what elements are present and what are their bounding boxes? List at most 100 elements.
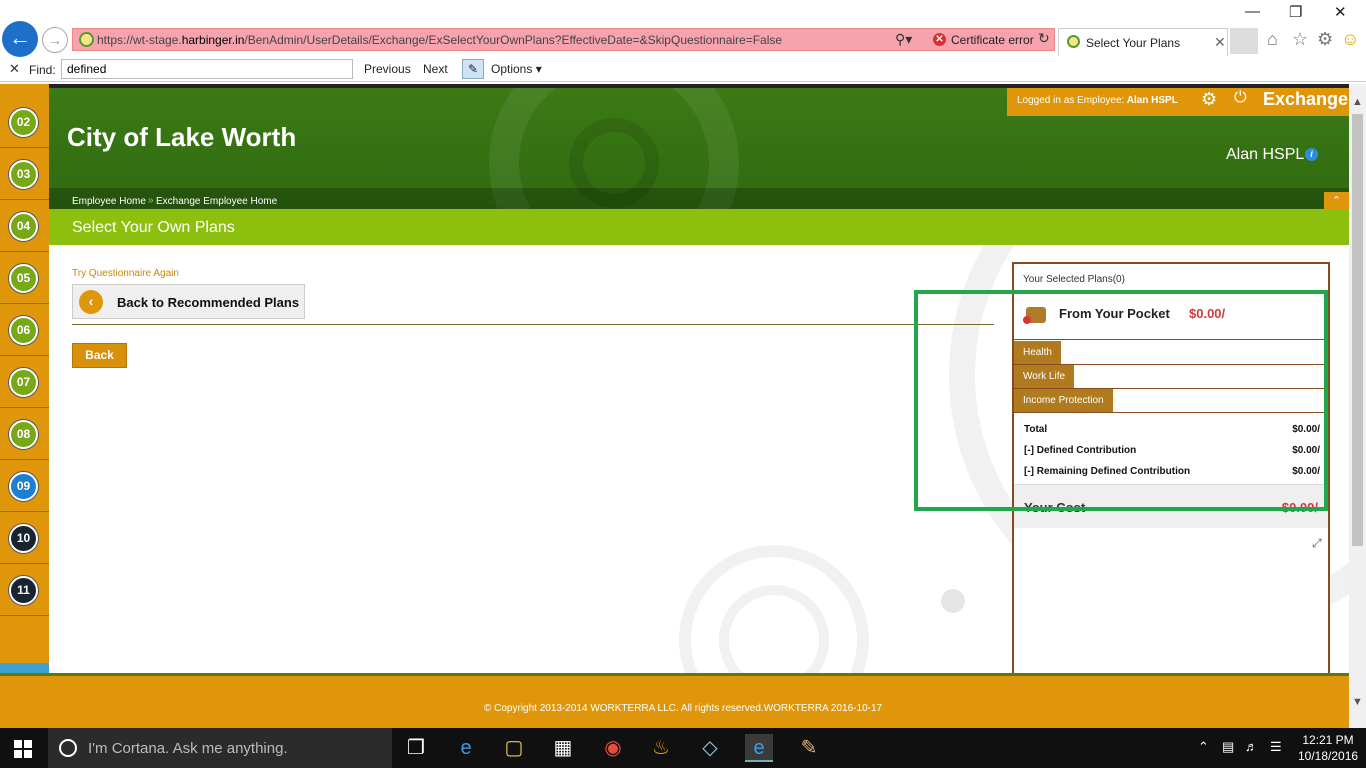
clock-time: 12:21 PM [1302,733,1354,747]
find-options-button[interactable]: Options ▾ [491,62,542,76]
step-item[interactable]: 06 [0,304,49,356]
step-number: 04 [9,212,38,241]
chevron-left-icon: ‹ [79,290,103,314]
restore-icon[interactable]: ❐ [1289,3,1302,21]
page-scrollbar[interactable]: ▲ ▼ [1349,84,1366,728]
step-number: 11 [9,576,38,605]
find-label: Find: [29,63,56,77]
step-number: 05 [9,264,38,293]
scroll-down-icon[interactable]: ▼ [1352,696,1363,708]
close-window-icon[interactable]: ✕ [1334,3,1347,21]
system-clock[interactable]: 12:21 PM 10/18/2016 [1298,732,1358,764]
certificate-error-icon[interactable]: ✕ [933,33,946,46]
login-strip: Logged in as Employee: Alan HSPL ⚙ ⏻ Exc… [1007,88,1349,116]
settings-gear-icon[interactable]: ⚙ [1317,29,1333,50]
scrollbar-thumb[interactable] [1352,114,1363,546]
page-title-bar: Select Your Own Plans [49,209,1349,245]
search-icon[interactable]: ⚲▾ [895,31,912,48]
certificate-error-label[interactable]: Certificate error [951,33,1034,47]
page-footer: © Copyright 2013-2014 WORKTERRA LLC. All… [0,673,1349,728]
store-icon[interactable]: ▦ [549,734,577,762]
expand-icon[interactable]: ⤢ [1312,536,1322,551]
find-previous-button[interactable]: Previous [364,62,411,76]
cortana-search-box[interactable]: I'm Cortana. Ask me anything. [48,728,392,768]
file-explorer-icon[interactable]: ▢ [500,734,528,762]
new-tab-button[interactable] [1230,28,1258,54]
organization-title: City of Lake Worth [67,122,297,152]
network-icon[interactable]: ▤ [1222,739,1234,755]
cortana-icon [59,739,77,757]
step-item[interactable]: 03 [0,148,49,200]
tab-title: Select Your Plans [1086,36,1181,50]
windows-taskbar: I'm Cortana. Ask me anything. ❐ e ▢ ▦ ◉ … [0,728,1366,768]
step-item[interactable]: 11 [0,564,49,616]
step-rail: 02 03 04 05 06 07 08 09 10 11 [0,84,49,673]
app-icon[interactable]: ◇ [696,734,724,762]
page-title: Select Your Own Plans [72,219,235,236]
find-input[interactable] [61,59,353,79]
step-item[interactable]: 02 [0,96,49,148]
background-decoration [941,589,965,613]
tab-close-icon[interactable]: ✕ [1214,34,1226,51]
step-number: 06 [9,316,38,345]
forward-arrow-icon[interactable]: → [42,27,68,53]
step-number: 08 [9,420,38,449]
step-number: 10 [9,524,38,553]
find-next-button[interactable]: Next [423,62,448,76]
step-item[interactable]: 10 [0,512,49,564]
home-icon[interactable]: ⌂ [1267,29,1278,50]
step-number: 07 [9,368,38,397]
page-header: City of Lake Worth Logged in as Employee… [49,84,1349,209]
edge-browser-icon[interactable]: e [452,734,480,762]
scroll-up-icon[interactable]: ▲ [1352,96,1363,108]
task-view-icon[interactable]: ❐ [402,734,430,762]
step-number: 03 [9,160,38,189]
step-item[interactable]: 08 [0,408,49,460]
tray-chevron-icon[interactable]: ⌃ [1198,739,1209,755]
copyright-text: © Copyright 2013-2014 WORKTERRA LLC. All… [484,703,883,714]
notifications-icon[interactable]: ☰ [1270,739,1282,755]
back-button[interactable]: Back [72,343,127,368]
collapse-header-button[interactable]: ⌃ [1324,192,1349,209]
breadcrumb-exchange-home[interactable]: Exchange Employee Home [156,196,277,207]
find-close-icon[interactable]: ✕ [9,61,20,77]
minimize-icon[interactable]: — [1245,3,1260,20]
address-bar[interactable]: https://wt-stage.harbinger.in/BenAdmin/U… [72,28,1055,51]
favorites-star-icon[interactable]: ☆ [1292,29,1308,50]
logout-power-icon[interactable]: ⏻ [1234,89,1247,107]
chrome-icon[interactable]: ◉ [599,734,627,762]
clock-date: 10/18/2016 [1298,749,1359,763]
find-bar: ✕ Find: Previous Next ✎ Options ▾ [0,57,1366,82]
back-arrow-icon[interactable]: ← [2,21,38,57]
browser-tab[interactable]: Select Your Plans ✕ [1058,28,1228,56]
step-item[interactable]: 05 [0,252,49,304]
selected-plans-heading: Your Selected Plans(0) [1023,274,1125,285]
divider [72,324,994,325]
user-name[interactable]: Alan HSPL [1226,146,1304,164]
settings-icon[interactable]: ⚙ [1201,89,1217,110]
step-item[interactable]: 09 [0,460,49,512]
step-number: 09 [9,472,38,501]
windows-start-icon[interactable] [14,740,32,758]
app-name: Exchange [1263,89,1349,109]
refresh-icon[interactable]: ↻ [1038,30,1050,47]
try-questionnaire-link[interactable]: Try Questionnaire Again [72,268,179,279]
back-to-recommended-label: Back to Recommended Plans [117,295,300,310]
info-icon[interactable]: i [1305,148,1318,161]
back-to-recommended-button[interactable]: ‹ Back to Recommended Plans [72,284,305,319]
highlight-pen-icon[interactable]: ✎ [462,59,484,79]
paint-icon[interactable]: ✎ [795,734,823,762]
logged-in-info: Logged in as Employee: Alan HSPL [1017,95,1178,106]
smiley-feedback-icon[interactable]: ☺ [1341,29,1359,50]
step-item[interactable]: 04 [0,200,49,252]
tab-favicon-icon [1067,35,1080,48]
site-favicon-icon [79,32,94,47]
internet-explorer-icon[interactable]: e [745,734,773,762]
breadcrumb-employee-home[interactable]: Employee Home [72,196,146,207]
firefox-icon[interactable]: ♨ [647,734,675,762]
step-item[interactable]: 07 [0,356,49,408]
breadcrumb-separator: » [148,195,154,206]
highlight-annotation-box [914,290,1328,511]
volume-icon[interactable]: ♬ [1245,739,1258,754]
cortana-placeholder: I'm Cortana. Ask me anything. [88,740,288,757]
